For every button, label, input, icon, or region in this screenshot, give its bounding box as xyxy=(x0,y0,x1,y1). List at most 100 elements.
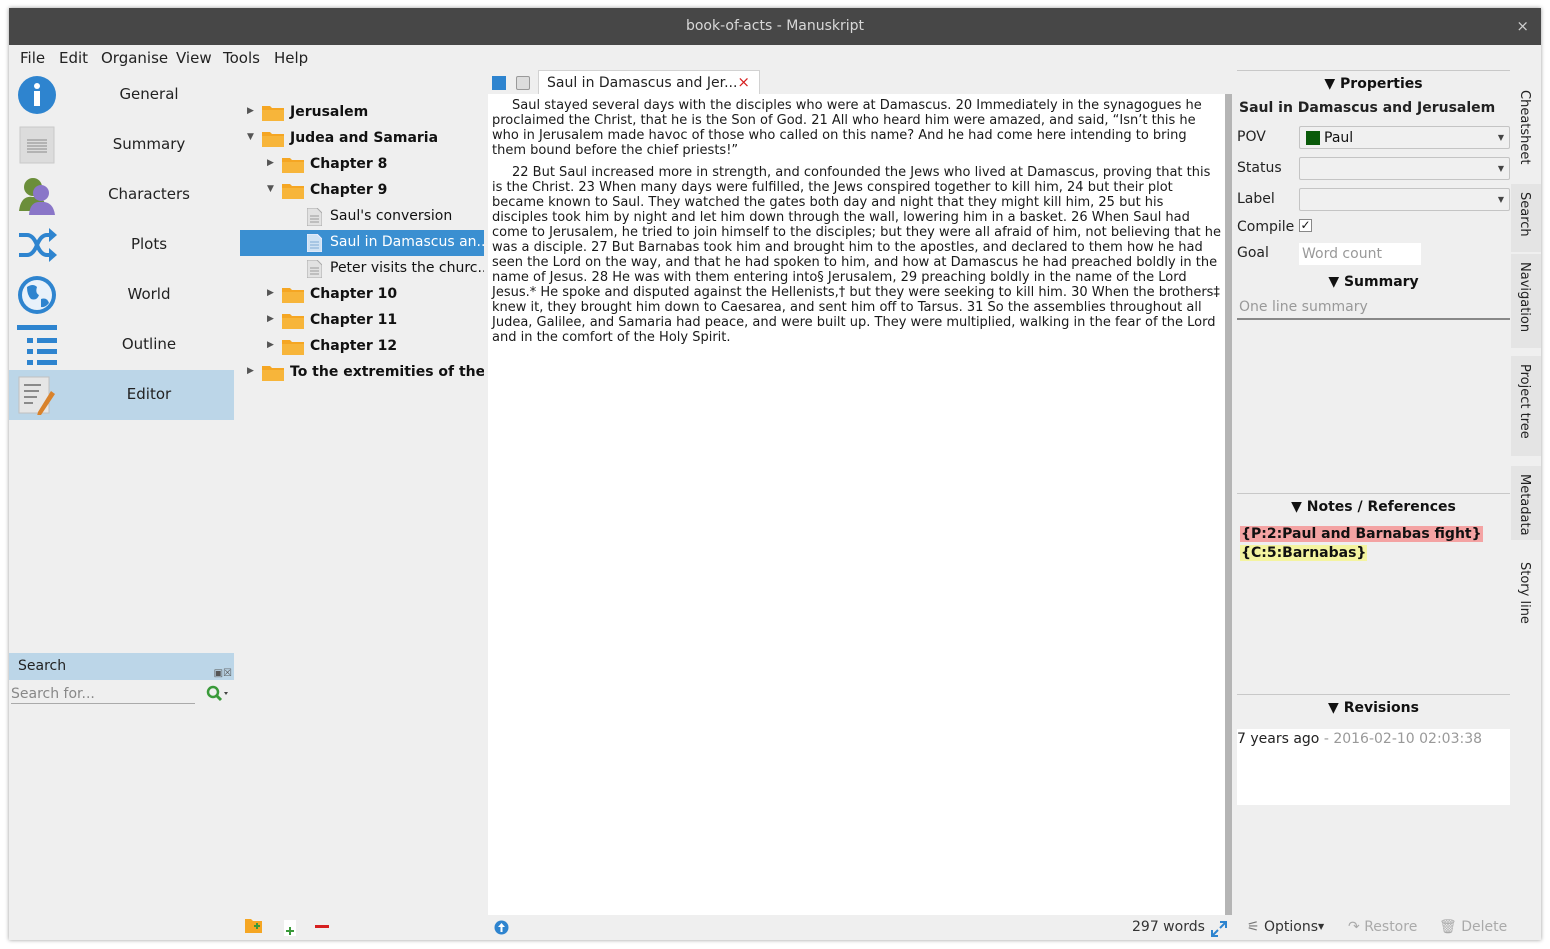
editor-tab-title: Saul in Damascus and Jer... xyxy=(547,75,738,91)
tab-cheatsheet[interactable]: Cheatsheet xyxy=(1511,82,1541,182)
tree-item-saul-in-damascus[interactable]: Saul in Damascus an... xyxy=(240,230,484,256)
goal-label: Goal xyxy=(1237,245,1269,261)
tree-item-chapter-12[interactable]: ▶ Chapter 12 xyxy=(240,334,484,360)
revisions-list: 7 years ago - 2016-02-10 02:03:38 xyxy=(1237,729,1510,805)
search-input[interactable] xyxy=(11,684,195,704)
delete-button[interactable]: 🗑 Delete xyxy=(1439,919,1507,935)
collapse-arrow-icon[interactable]: ▼ xyxy=(267,184,274,194)
expand-arrow-icon[interactable]: ▶ xyxy=(247,366,254,376)
add-folder-icon[interactable] xyxy=(245,918,263,934)
nav-plots[interactable]: Plots xyxy=(9,220,234,270)
plot-reference[interactable]: {P:2:Paul and Barnabas fight} xyxy=(1240,526,1483,542)
status-select[interactable]: ▼ xyxy=(1299,157,1510,180)
goal-input[interactable] xyxy=(1299,243,1421,265)
label-label: Label xyxy=(1237,191,1275,207)
expand-arrow-icon[interactable]: ▶ xyxy=(267,340,274,350)
delete-label: Delete xyxy=(1461,919,1508,935)
tree-item-sauls-conversion[interactable]: Saul's conversion xyxy=(240,204,484,230)
menu-help[interactable]: Help xyxy=(274,49,308,67)
pov-select[interactable]: Paul ▼ xyxy=(1299,126,1510,149)
menu-edit[interactable]: Edit xyxy=(59,49,88,67)
collapse-arrow-icon[interactable]: ▼ xyxy=(247,132,254,142)
tree-item-extremities[interactable]: ▶ To the extremities of the ... xyxy=(240,360,484,386)
panel-float-close-icon[interactable]: ▣☒ xyxy=(214,660,232,687)
nav-world[interactable]: World xyxy=(9,270,234,320)
editor-tab-bar: Saul in Damascus and Jer... × xyxy=(488,70,1235,95)
tree-item-label: Chapter 11 xyxy=(310,312,398,328)
tab-label: Navigation xyxy=(1517,262,1532,333)
revision-date: - 2016-02-10 02:03:38 xyxy=(1319,731,1483,747)
menu-organise[interactable]: Organise xyxy=(101,49,168,67)
outline-icon xyxy=(17,325,57,365)
expand-arrow-icon[interactable]: ▶ xyxy=(247,106,254,116)
tab-label: Project tree xyxy=(1517,364,1532,439)
summary-input[interactable] xyxy=(1237,296,1510,320)
tree-item-label: Chapter 8 xyxy=(310,156,388,172)
tree-item-chapter-9[interactable]: ▼ Chapter 9 xyxy=(240,178,484,204)
expand-arrow-icon[interactable]: ▶ xyxy=(267,288,274,298)
side-tabs: Cheatsheet Search Navigation Project tre… xyxy=(1511,70,1541,940)
nav-outline-label: Outline xyxy=(121,335,177,353)
split-view-icon[interactable] xyxy=(516,76,530,90)
chevron-down-icon: ▼ xyxy=(1497,133,1504,142)
arrow-up-icon[interactable] xyxy=(494,920,509,935)
close-tab-icon[interactable]: × xyxy=(737,73,750,91)
nav-summary[interactable]: Summary xyxy=(9,120,234,170)
summary-header[interactable]: ▼ Summary xyxy=(1237,274,1510,290)
nav-characters-label: Characters xyxy=(108,185,190,203)
folder-icon xyxy=(282,184,304,199)
tree-item-chapter-10[interactable]: ▶ Chapter 10 xyxy=(240,282,484,308)
nav-general[interactable]: General xyxy=(9,70,234,120)
word-count: 297 words xyxy=(1132,919,1205,935)
document-icon xyxy=(307,260,322,278)
tab-metadata[interactable]: Metadata xyxy=(1511,466,1541,540)
menu-view[interactable]: View xyxy=(176,49,212,67)
nav-outline[interactable]: Outline xyxy=(9,320,234,370)
expand-arrow-icon[interactable]: ▶ xyxy=(267,158,274,168)
text-editor[interactable]: Saul stayed several days with the discip… xyxy=(488,94,1225,915)
editor-tab[interactable]: Saul in Damascus and Jer... × xyxy=(538,70,760,95)
revision-item[interactable]: 7 years ago - 2016-02-10 02:03:38 xyxy=(1237,729,1510,747)
restore-button[interactable]: ↷ Restore xyxy=(1348,919,1417,935)
chevron-down-icon: ▼ xyxy=(1497,195,1504,204)
remove-icon[interactable] xyxy=(314,920,330,932)
notes-header[interactable]: ▼ Notes / References xyxy=(1237,499,1510,515)
options-button[interactable]: ⚟ Options▼ xyxy=(1247,919,1324,935)
pov-value: Paul xyxy=(1324,130,1354,146)
tab-story-line[interactable]: Story line xyxy=(1511,554,1541,638)
tree-item-judea[interactable]: ▼ Judea and Samaria xyxy=(240,126,484,152)
revisions-header[interactable]: ▼ Revisions xyxy=(1237,700,1510,716)
close-window-button[interactable]: × xyxy=(1516,8,1529,45)
add-document-icon[interactable] xyxy=(282,920,298,936)
tree-item-jerusalem[interactable]: ▶ Jerusalem xyxy=(240,100,484,126)
fullscreen-icon[interactable] xyxy=(1211,921,1227,937)
text-view-icon[interactable] xyxy=(492,76,506,90)
folder-icon xyxy=(262,132,284,147)
search-icon[interactable] xyxy=(205,684,229,704)
menu-tools[interactable]: Tools xyxy=(223,49,260,67)
tab-navigation[interactable]: Navigation xyxy=(1511,254,1541,348)
tree-item-label: Judea and Samaria xyxy=(290,130,439,146)
tab-project-tree[interactable]: Project tree xyxy=(1511,356,1541,456)
restore-icon: ↷ xyxy=(1348,919,1360,935)
expand-arrow-icon[interactable]: ▶ xyxy=(267,314,274,324)
menu-file[interactable]: File xyxy=(20,49,45,67)
nav-characters[interactable]: Characters xyxy=(9,170,234,220)
info-icon xyxy=(18,76,56,114)
nav-summary-label: Summary xyxy=(112,135,186,153)
compile-checkbox[interactable]: ✓ xyxy=(1299,219,1312,232)
search-panel-title: Search xyxy=(18,658,67,674)
edit-pencil-icon xyxy=(18,376,55,415)
tree-item-chapter-8[interactable]: ▶ Chapter 8 xyxy=(240,152,484,178)
tree-item-peter-visits[interactable]: Peter visits the churc... xyxy=(240,256,484,282)
editor-scrollbar[interactable] xyxy=(1225,94,1232,915)
folder-icon xyxy=(282,288,304,303)
tree-item-chapter-11[interactable]: ▶ Chapter 11 xyxy=(240,308,484,334)
properties-header[interactable]: ▼ Properties xyxy=(1237,76,1510,92)
label-select[interactable]: ▼ xyxy=(1299,188,1510,211)
tab-search[interactable]: Search xyxy=(1511,184,1541,252)
revision-age: 7 years ago xyxy=(1237,731,1320,747)
character-reference[interactable]: {C:5:Barnabas} xyxy=(1240,545,1368,561)
metadata-panel: ▼ Properties Saul in Damascus and Jerusa… xyxy=(1237,70,1510,940)
nav-editor[interactable]: Editor xyxy=(9,370,234,420)
